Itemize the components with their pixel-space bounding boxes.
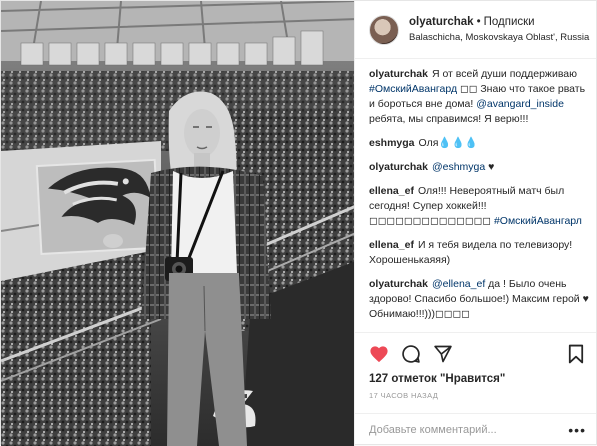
photo-image xyxy=(1,1,354,446)
action-icons xyxy=(369,341,584,367)
comment-item: olyaturchak @eshmyga ♥ xyxy=(369,160,590,175)
share-icon[interactable] xyxy=(433,344,453,364)
post-timestamp[interactable]: 17 часов назад xyxy=(369,391,584,400)
comment-item: ellena_ef Оля!!! Невероятный матч был сег… xyxy=(369,184,590,229)
comment-username[interactable]: ellena_ef xyxy=(369,239,414,251)
post-side-panel: olyaturchak • Подписки Balaschicha, Moskov… xyxy=(354,1,596,446)
instagram-post: olyaturchak • Подписки Balaschicha, Moskov… xyxy=(0,0,597,446)
comment-username[interactable]: olyaturchak xyxy=(369,161,428,173)
post-photo[interactable] xyxy=(1,1,354,446)
add-comment-bar: ••• xyxy=(355,413,596,446)
separator-dot: • xyxy=(476,15,481,28)
username-link[interactable]: olyaturchak xyxy=(409,16,474,28)
post-header: olyaturchak • Подписки Balaschicha, Moskov… xyxy=(355,1,596,59)
more-options-icon[interactable]: ••• xyxy=(568,422,586,438)
avatar[interactable] xyxy=(369,14,399,45)
header-line: olyaturchak • Подписки xyxy=(409,15,589,30)
comment-icon[interactable] xyxy=(401,344,421,364)
bookmark-icon[interactable] xyxy=(568,344,584,364)
comments-list: olyaturchak Я от всей души поддерживаю #О… xyxy=(355,59,596,332)
comment-item: olyaturchak Я от всей души поддерживаю #О… xyxy=(369,67,590,127)
comment-input[interactable] xyxy=(369,424,569,436)
comment-text: ♥ xyxy=(485,161,495,173)
comment-item: eshmyga Оля💧💧💧 xyxy=(369,136,590,151)
comment-text: ребята, мы справимся! Я верю!!! xyxy=(369,113,529,125)
comment-text: Оля💧💧💧 xyxy=(418,137,478,149)
mention-link[interactable]: @eshmyga xyxy=(432,161,485,173)
comment-username[interactable]: olyaturchak xyxy=(369,68,428,80)
likes-count[interactable]: 127 отметок "Нравится" xyxy=(369,373,584,385)
follow-button[interactable]: Подписки xyxy=(484,16,535,28)
comment-username[interactable]: olyaturchak xyxy=(369,278,428,290)
hashtag-link[interactable]: #ОмскийАвангард xyxy=(369,83,457,95)
heart-icon[interactable] xyxy=(369,345,389,363)
comment-username[interactable]: eshmyga xyxy=(369,137,415,149)
mention-link[interactable]: @avangard_inside xyxy=(476,98,564,110)
location-link[interactable]: Balaschicha, Moskovskaya Oblast', Russia xyxy=(409,30,589,45)
mention-link[interactable]: @ellena_ef xyxy=(432,278,485,290)
comment-item: ellena_ef И я тебя видела по телевизору! … xyxy=(369,238,590,268)
comment-item: olyaturchak @ellena_ef да ! Было очень зд… xyxy=(369,277,590,322)
hashtag-link[interactable]: #ОмскийАвангарл xyxy=(494,215,582,227)
comment-username[interactable]: ellena_ef xyxy=(369,185,414,197)
comment-text: Я от всей души поддерживаю xyxy=(431,68,577,80)
header-text: olyaturchak • Подписки Balaschicha, Moskov… xyxy=(409,15,589,45)
